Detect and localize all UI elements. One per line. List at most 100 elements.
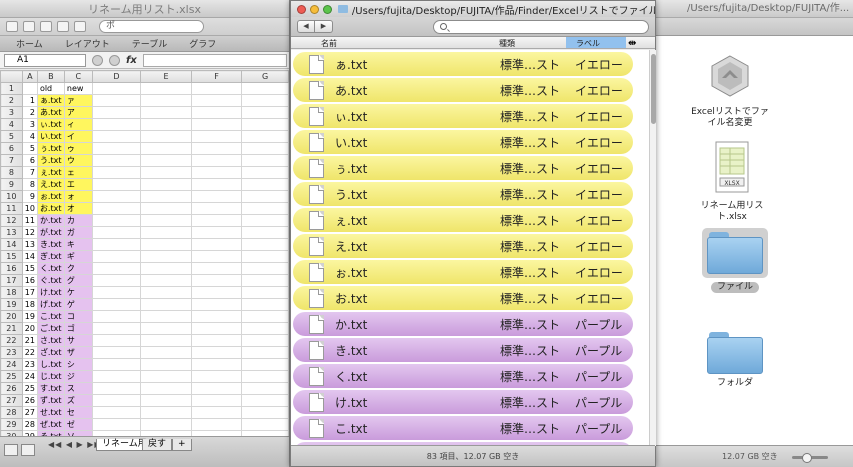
row-header[interactable]: 9 (0, 178, 23, 191)
empty-cell[interactable] (91, 334, 142, 347)
empty-cell[interactable] (91, 298, 142, 311)
empty-cell[interactable] (91, 358, 142, 371)
cell-a[interactable]: 4 (21, 130, 38, 143)
cell-a[interactable]: 26 (21, 394, 38, 407)
page-layout-icon[interactable] (21, 444, 35, 456)
empty-cell[interactable] (241, 370, 289, 383)
cell-old[interactable]: ぇ.txt (36, 166, 65, 179)
empty-cell[interactable] (241, 82, 289, 95)
empty-cell[interactable] (140, 226, 192, 239)
file-row[interactable]: い.txt 標準…スト イエロー (293, 130, 633, 154)
cell-old[interactable]: き.txt (36, 238, 65, 251)
cell-a[interactable]: 13 (21, 238, 38, 251)
cell-new[interactable]: ゴ (63, 322, 93, 335)
cell-old[interactable]: old (36, 82, 65, 95)
cell-new[interactable]: グ (63, 274, 93, 287)
empty-cell[interactable] (190, 214, 243, 227)
cell-old[interactable]: ざ.txt (36, 346, 65, 359)
scrollbar-thumb[interactable] (651, 54, 656, 124)
empty-cell[interactable] (140, 334, 192, 347)
empty-cell[interactable] (91, 310, 142, 323)
empty-cell[interactable] (140, 106, 192, 119)
cell-a[interactable]: 17 (21, 286, 38, 299)
empty-cell[interactable] (190, 190, 243, 203)
empty-cell[interactable] (140, 82, 192, 95)
sheet-nav-arrows[interactable]: ◀◀ ◀ ▶ ▶▶ (48, 440, 102, 449)
empty-cell[interactable] (91, 322, 142, 335)
fx-icon[interactable]: fx (126, 55, 137, 66)
row-header[interactable]: 10 (0, 190, 23, 203)
cell-old[interactable]: お.txt (36, 202, 65, 215)
row-header[interactable]: 17 (0, 274, 23, 287)
cell-old[interactable]: せ.txt (36, 406, 65, 419)
empty-cell[interactable] (140, 370, 192, 383)
empty-cell[interactable] (241, 178, 289, 191)
cell-a[interactable]: 5 (21, 142, 38, 155)
file-row[interactable]: お.txt 標準…スト イエロー (293, 286, 633, 310)
empty-cell[interactable] (190, 238, 243, 251)
col-header-label[interactable]: ラベル (566, 37, 626, 48)
file-row[interactable]: ぁ.txt 標準…スト イエロー (293, 52, 633, 76)
cut-icon[interactable] (74, 21, 86, 32)
cell-a[interactable]: 15 (21, 262, 38, 275)
empty-cell[interactable] (241, 226, 289, 239)
cell-old[interactable]: が.txt (36, 226, 65, 239)
row-header[interactable]: 16 (0, 262, 23, 275)
empty-cell[interactable] (140, 130, 192, 143)
col-header-name[interactable]: 名前 (321, 38, 337, 49)
cell-new[interactable]: セ (63, 406, 93, 419)
cell-old[interactable]: う.txt (36, 154, 65, 167)
cell-old[interactable]: さ.txt (36, 334, 65, 347)
empty-cell[interactable] (190, 358, 243, 371)
file-row[interactable]: あ.txt 標準…スト イエロー (293, 78, 633, 102)
cell-old[interactable]: ぃ.txt (36, 118, 65, 131)
cell-a[interactable]: 18 (21, 298, 38, 311)
empty-cell[interactable] (140, 274, 192, 287)
empty-cell[interactable] (190, 154, 243, 167)
empty-cell[interactable] (140, 286, 192, 299)
cell-a[interactable]: 21 (21, 334, 38, 347)
cell-new[interactable]: ァ (63, 94, 93, 107)
cell-new[interactable]: new (63, 82, 93, 95)
folder-item-folder[interactable]: フォルダ (705, 332, 765, 389)
row-header[interactable]: 1 (0, 82, 23, 95)
file-row[interactable]: ぉ.txt 標準…スト イエロー (293, 260, 633, 284)
empty-cell[interactable] (241, 298, 289, 311)
empty-cell[interactable] (241, 130, 289, 143)
zoom-icon[interactable] (323, 4, 332, 14)
empty-cell[interactable] (190, 178, 243, 191)
empty-cell[interactable] (190, 406, 243, 419)
empty-cell[interactable] (140, 238, 192, 251)
vertical-scrollbar[interactable] (649, 50, 656, 446)
empty-cell[interactable] (190, 166, 243, 179)
empty-cell[interactable] (91, 370, 142, 383)
empty-cell[interactable] (190, 250, 243, 263)
cell-old[interactable]: く.txt (36, 262, 65, 275)
empty-cell[interactable] (91, 250, 142, 263)
cell-new[interactable]: ウ (63, 154, 93, 167)
column-header[interactable] (0, 70, 23, 83)
empty-cell[interactable] (241, 394, 289, 407)
row-header[interactable]: 7 (0, 154, 23, 167)
empty-cell[interactable] (241, 310, 289, 323)
cell-old[interactable]: げ.txt (36, 298, 65, 311)
cell-a[interactable]: 10 (21, 202, 38, 215)
empty-cell[interactable] (91, 226, 142, 239)
empty-cell[interactable] (91, 394, 142, 407)
cell-new[interactable]: ズ (63, 394, 93, 407)
empty-cell[interactable] (241, 358, 289, 371)
column-header[interactable]: A (21, 70, 38, 83)
file-row[interactable]: け.txt 標準…スト パープル (293, 390, 633, 414)
empty-cell[interactable] (140, 202, 192, 215)
back-icon[interactable]: ◀ (297, 20, 315, 33)
excel-search-input[interactable]: ポ (99, 20, 204, 33)
cell-a[interactable]: 28 (21, 418, 38, 431)
empty-cell[interactable] (140, 166, 192, 179)
cell-new[interactable]: ォ (63, 190, 93, 203)
cell-new[interactable]: サ (63, 334, 93, 347)
empty-cell[interactable] (91, 346, 142, 359)
cell-a[interactable]: 9 (21, 190, 38, 203)
print-icon[interactable] (57, 21, 69, 32)
formula-input[interactable] (142, 53, 287, 67)
cell-old[interactable]: け.txt (36, 286, 65, 299)
